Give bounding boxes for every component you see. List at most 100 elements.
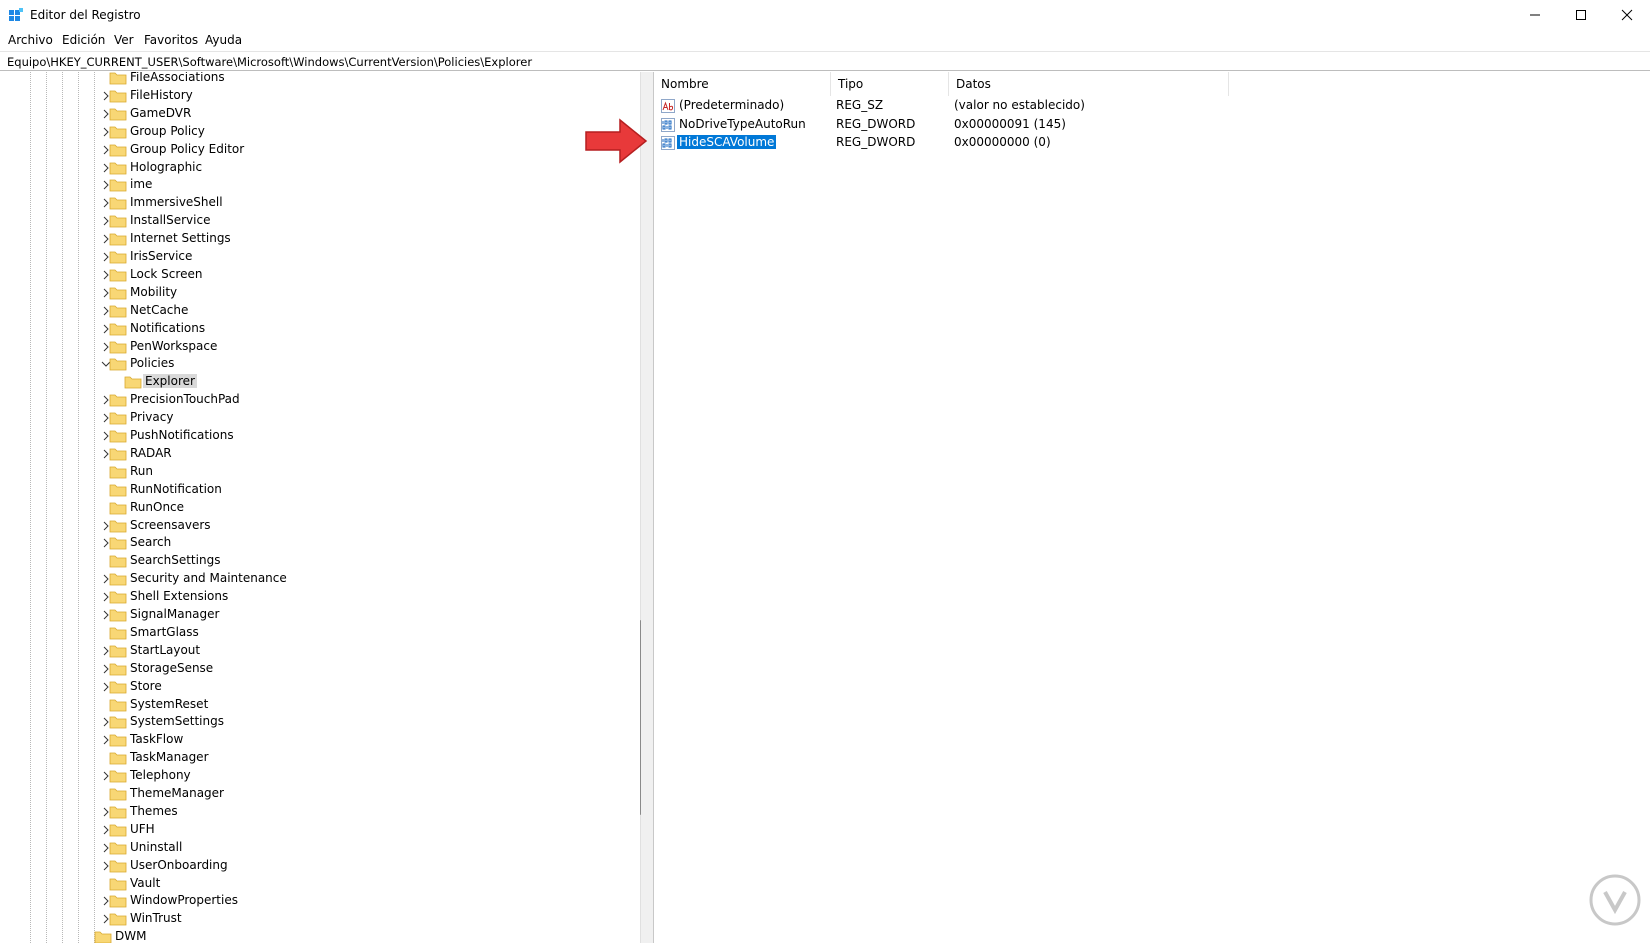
tree-node-label[interactable]: FileAssociations xyxy=(128,72,227,84)
tree-node[interactable]: Shell Extensions xyxy=(0,588,600,606)
value-row[interactable]: (Predeterminado) REG_SZ (valor no establec… xyxy=(654,97,1650,115)
tree-node[interactable]: IrisService xyxy=(0,248,600,266)
value-name[interactable]: NoDriveTypeAutoRun xyxy=(677,117,808,131)
tree-node-label[interactable]: SystemReset xyxy=(128,697,210,711)
tree-node-label[interactable]: Policies xyxy=(128,356,176,370)
tree-node[interactable]: Store xyxy=(0,678,600,696)
tree-node-label[interactable]: TaskManager xyxy=(128,750,211,764)
tree-node-label[interactable]: WinTrust xyxy=(128,911,184,925)
tree-node[interactable]: SystemSettings xyxy=(0,713,600,731)
maximize-button[interactable] xyxy=(1558,0,1604,30)
tree-node-label[interactable]: DWM xyxy=(113,929,148,943)
tree-node[interactable]: Policies xyxy=(0,355,600,373)
tree-node[interactable]: Security and Maintenance xyxy=(0,570,600,588)
tree-node-label[interactable]: Lock Screen xyxy=(128,267,204,281)
tree-node-label[interactable]: SystemSettings xyxy=(128,714,226,728)
tree-node-label[interactable]: SearchSettings xyxy=(128,553,222,567)
tree-node[interactable]: Uninstall xyxy=(0,839,600,857)
tree-node-label[interactable]: Mobility xyxy=(128,285,179,299)
menu-edicion[interactable]: Edición xyxy=(62,33,105,47)
menu-favoritos[interactable]: Favoritos xyxy=(144,33,198,47)
tree-node[interactable]: Privacy xyxy=(0,409,600,427)
menu-archivo[interactable]: Archivo xyxy=(8,33,53,47)
tree-node[interactable]: NetCache xyxy=(0,302,600,320)
column-header-nombre[interactable]: Nombre xyxy=(654,72,831,96)
tree-node[interactable]: ThemeManager xyxy=(0,785,600,803)
tree-node-label[interactable]: Themes xyxy=(128,804,180,818)
tree-node-label[interactable]: NetCache xyxy=(128,303,190,317)
tree-node-label[interactable]: Search xyxy=(128,535,173,549)
tree-node[interactable]: Notifications xyxy=(0,320,600,338)
tree-node[interactable]: StartLayout xyxy=(0,642,600,660)
tree-node[interactable]: Group Policy Editor xyxy=(0,141,600,159)
tree-node-label[interactable]: Internet Settings xyxy=(128,231,233,245)
tree-node-label[interactable]: Privacy xyxy=(128,410,175,424)
tree-node[interactable]: DWM xyxy=(0,928,600,943)
tree-node[interactable]: Telephony xyxy=(0,767,600,785)
address-path[interactable]: Equipo\HKEY_CURRENT_USER\Software\Micros… xyxy=(7,55,532,69)
tree-node[interactable]: Lock Screen xyxy=(0,266,600,284)
menu-ver[interactable]: Ver xyxy=(114,33,134,47)
tree-node-label[interactable]: Shell Extensions xyxy=(128,589,230,603)
column-header-tipo[interactable]: Tipo xyxy=(831,72,949,96)
close-button[interactable] xyxy=(1604,0,1650,30)
tree-node-label[interactable]: StorageSense xyxy=(128,661,215,675)
tree-node-label[interactable]: GameDVR xyxy=(128,106,193,120)
tree-node[interactable]: InstallService xyxy=(0,212,600,230)
tree-node-label[interactable]: RunNotification xyxy=(128,482,224,496)
tree-node[interactable]: WinTrust xyxy=(0,910,600,928)
tree-node[interactable]: SystemReset xyxy=(0,696,600,714)
value-row[interactable]: NoDriveTypeAutoRun REG_DWORD 0x00000091 (1… xyxy=(654,116,1650,134)
value-row[interactable]: HideSCAVolume REG_DWORD 0x00000000 (0) xyxy=(654,134,1650,152)
tree-node[interactable]: Mobility xyxy=(0,284,600,302)
menu-ayuda[interactable]: Ayuda xyxy=(205,33,242,47)
tree-node[interactable]: Holographic xyxy=(0,159,600,177)
tree-node-label[interactable]: SmartGlass xyxy=(128,625,201,639)
tree-node[interactable]: PrecisionTouchPad xyxy=(0,391,600,409)
tree-node-label[interactable]: IrisService xyxy=(128,249,194,263)
tree-node-label[interactable]: InstallService xyxy=(128,213,212,227)
tree-node-label[interactable]: Holographic xyxy=(128,160,204,174)
tree-node[interactable]: PushNotifications xyxy=(0,427,600,445)
tree-node-label[interactable]: RADAR xyxy=(128,446,174,460)
tree-node[interactable]: UFH xyxy=(0,821,600,839)
tree-node[interactable]: WindowProperties xyxy=(0,892,600,910)
tree-node[interactable]: Search xyxy=(0,534,600,552)
tree-node-label[interactable]: SignalManager xyxy=(128,607,221,621)
minimize-button[interactable] xyxy=(1512,0,1558,30)
registry-tree[interactable]: FileAssociations FileHistory GameDVR Group … xyxy=(0,72,641,943)
column-header-datos[interactable]: Datos xyxy=(949,72,1229,96)
tree-node-label[interactable]: TaskFlow xyxy=(128,732,185,746)
tree-node[interactable]: TaskManager xyxy=(0,749,600,767)
tree-node-label[interactable]: Run xyxy=(128,464,155,478)
tree-node-label[interactable]: Screensavers xyxy=(128,518,213,532)
tree-node-label[interactable]: FileHistory xyxy=(128,88,195,102)
tree-node[interactable]: Run xyxy=(0,463,600,481)
tree-node-label[interactable]: Group Policy Editor xyxy=(128,142,246,156)
tree-node[interactable]: GameDVR xyxy=(0,105,600,123)
tree-node-label[interactable]: UserOnboarding xyxy=(128,858,230,872)
value-name[interactable]: HideSCAVolume xyxy=(677,135,777,149)
pane-splitter[interactable] xyxy=(641,72,653,943)
tree-node-label[interactable]: Uninstall xyxy=(128,840,184,854)
tree-node[interactable]: ImmersiveShell xyxy=(0,194,600,212)
tree-node[interactable]: SmartGlass xyxy=(0,624,600,642)
tree-node-label[interactable]: Notifications xyxy=(128,321,207,335)
tree-node-label[interactable]: Group Policy xyxy=(128,124,207,138)
tree-node[interactable]: ime xyxy=(0,176,600,194)
tree-node[interactable]: PenWorkspace xyxy=(0,338,600,356)
tree-node[interactable]: RADAR xyxy=(0,445,600,463)
values-list[interactable]: Nombre Tipo Datos (Predeterminado) REG_SZ… xyxy=(653,72,1650,943)
tree-node[interactable]: FileAssociations xyxy=(0,72,600,87)
tree-node-label[interactable]: StartLayout xyxy=(128,643,202,657)
tree-node-label[interactable]: WindowProperties xyxy=(128,893,240,907)
tree-node-label[interactable]: PushNotifications xyxy=(128,428,236,442)
tree-node-label[interactable]: PenWorkspace xyxy=(128,339,219,353)
tree-node[interactable]: SearchSettings xyxy=(0,552,600,570)
tree-node[interactable]: FileHistory xyxy=(0,87,600,105)
tree-node[interactable]: Vault xyxy=(0,875,600,893)
tree-node[interactable]: StorageSense xyxy=(0,660,600,678)
tree-node[interactable]: UserOnboarding xyxy=(0,857,600,875)
tree-node-label[interactable]: Vault xyxy=(128,876,162,890)
tree-node-label[interactable]: ThemeManager xyxy=(128,786,226,800)
